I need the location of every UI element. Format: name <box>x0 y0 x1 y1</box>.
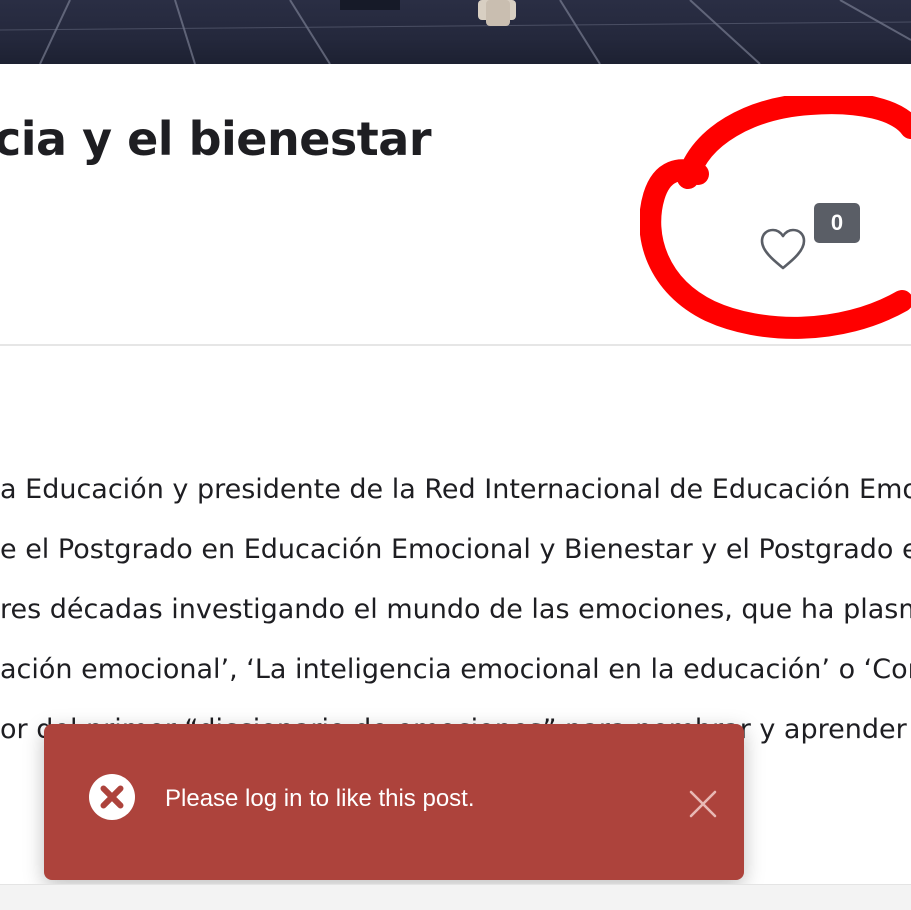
hero-image <box>0 0 911 64</box>
footer-strip <box>0 884 911 910</box>
post-title-text: cia y el bienestar <box>0 112 432 166</box>
page: cia y el bienestar 0 a Educación y presi… <box>0 0 911 910</box>
like-count-badge: 0 <box>814 203 860 243</box>
heart-outline-icon[interactable] <box>758 226 808 272</box>
error-circle-icon <box>89 774 135 820</box>
error-toast: Please log in to like this post. <box>44 724 744 880</box>
like-widget: 0 <box>754 200 864 280</box>
close-icon[interactable] <box>685 786 721 822</box>
body-line: e el Postgrado en Educación Emocional y … <box>0 534 911 565</box>
body-line: ación emocional’, ‘La inteligencia emoci… <box>0 654 911 685</box>
body-line: a Educación y presidente de la Red Inter… <box>0 474 911 505</box>
hero-photo-floor <box>0 0 911 64</box>
toast-message: Please log in to like this post. <box>165 785 475 812</box>
header-divider <box>0 344 911 346</box>
post-title: cia y el bienestar <box>0 112 432 166</box>
body-line: res décadas investigando el mundo de las… <box>0 594 911 625</box>
post-body: a Educación y presidente de la Red Inter… <box>0 460 911 760</box>
